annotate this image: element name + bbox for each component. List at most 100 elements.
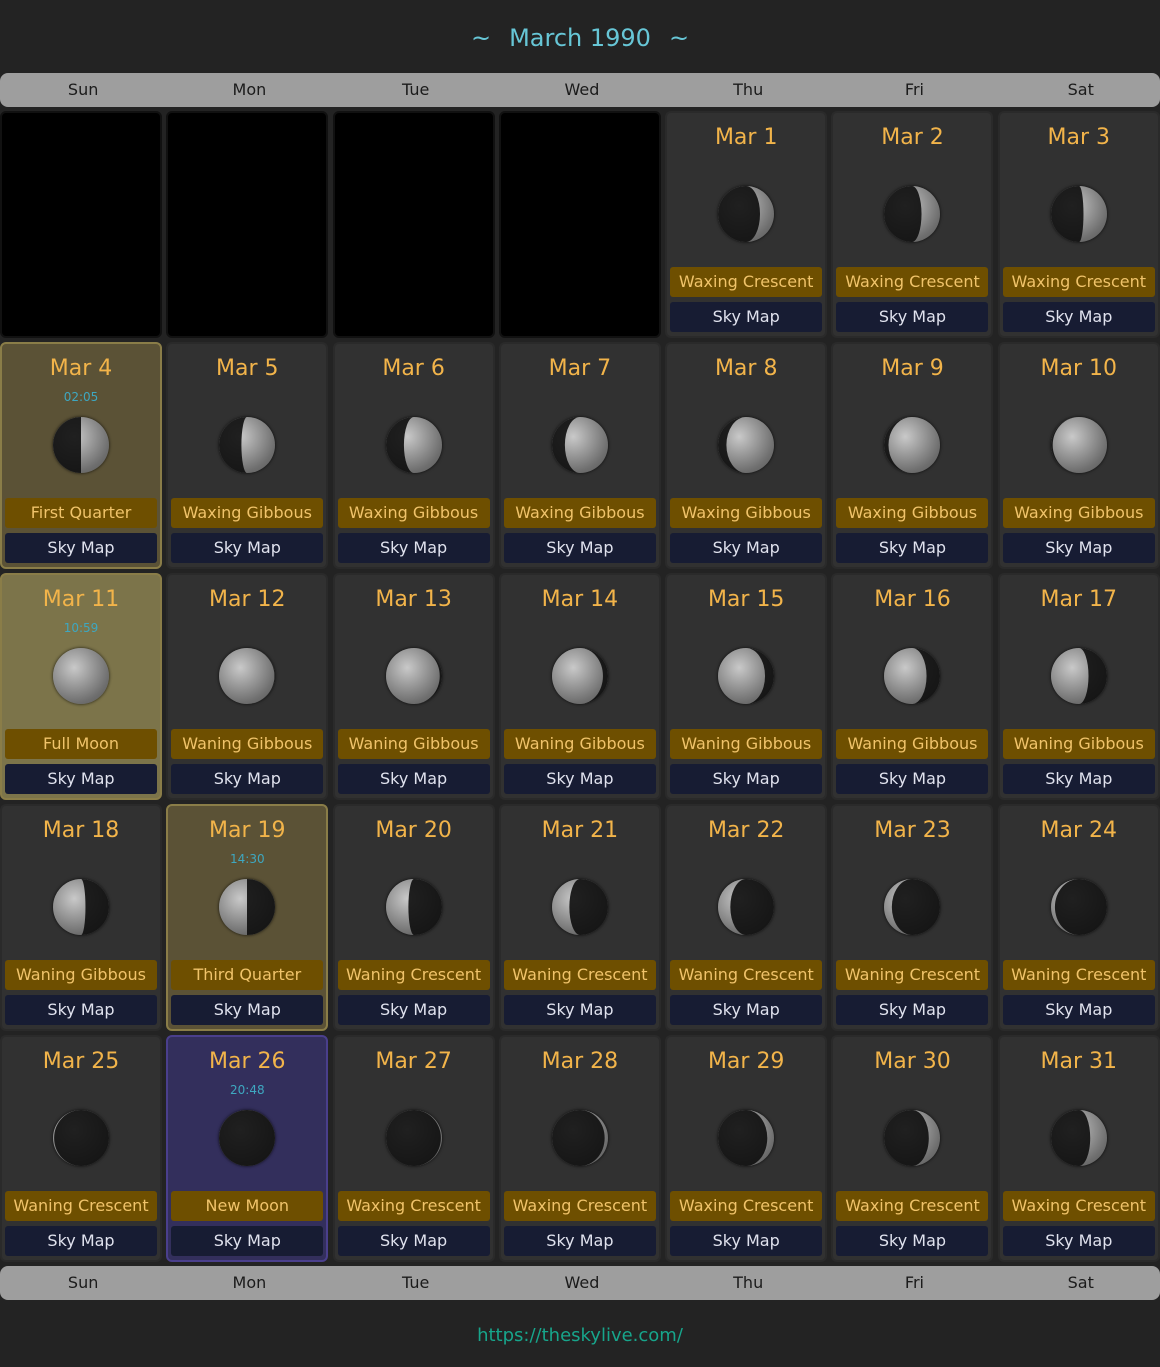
day-cell: Mar 18 Waning Gibbous Sky Map — [0, 804, 162, 1031]
day-date: Mar 31 — [1040, 1049, 1118, 1074]
sky-map-button[interactable]: Sky Map — [171, 533, 324, 563]
sky-map-button[interactable]: Sky Map — [670, 764, 823, 794]
day-cell: Mar 3 Waxing Crescent Sky Map — [997, 111, 1160, 338]
sky-map-button[interactable]: Sky Map — [836, 995, 989, 1025]
sky-map-button[interactable]: Sky Map — [337, 995, 490, 1025]
moon-phase-icon — [718, 417, 775, 473]
sky-map-button[interactable]: Sky Map — [171, 1226, 324, 1256]
phase-label: Waning Crescent — [836, 960, 989, 990]
sky-map-button[interactable]: Sky Map — [337, 1226, 490, 1256]
sky-map-button[interactable]: Sky Map — [503, 1226, 656, 1256]
phase-label: Third Quarter — [171, 960, 324, 990]
page-title: ~ March 1990 ~ — [0, 20, 1160, 56]
sky-map-button[interactable]: Sky Map — [836, 1226, 989, 1256]
sky-map-button[interactable]: Sky Map — [5, 995, 157, 1025]
day-date: Mar 4 — [49, 356, 113, 381]
weekday-label: Wed — [564, 1273, 600, 1292]
day-cell: Mar 11 10:59 Full Moon Sky Map — [0, 573, 162, 800]
moon-phase-icon — [219, 1110, 276, 1166]
day-cell: Mar 24 Waning Crescent Sky Map — [997, 804, 1160, 1031]
day-cell: Mar 23 Waning Crescent Sky Map — [831, 804, 994, 1031]
weekday-label: Sun — [67, 1273, 99, 1292]
moon-phase-icon — [551, 879, 608, 935]
phase-label: Waning Gibbous — [5, 960, 157, 990]
phase-label: Waning Gibbous — [1002, 729, 1155, 759]
moon-phase-icon — [551, 417, 608, 473]
day-cell: Mar 19 14:30 Third Quarter Sky Map — [166, 804, 329, 1031]
sky-map-button[interactable]: Sky Map — [670, 302, 823, 332]
sky-map-button[interactable]: Sky Map — [503, 995, 656, 1025]
moon-phase-icon — [1050, 879, 1107, 935]
day-date: Mar 10 — [1040, 356, 1118, 381]
phase-label: Waning Crescent — [670, 960, 823, 990]
phase-label: Waxing Gibbous — [337, 498, 490, 528]
sky-map-button[interactable]: Sky Map — [503, 764, 656, 794]
sky-map-button[interactable]: Sky Map — [171, 764, 324, 794]
phase-time: 02:05 — [63, 390, 99, 404]
sky-map-button[interactable]: Sky Map — [1002, 764, 1155, 794]
sky-map-button[interactable]: Sky Map — [171, 995, 324, 1025]
day-cell: Mar 5 Waxing Gibbous Sky Map — [166, 342, 329, 569]
sky-map-button[interactable]: Sky Map — [670, 995, 823, 1025]
day-date: Mar 17 — [1040, 587, 1118, 612]
weekday-label: Fri — [904, 1273, 924, 1292]
day-date: Mar 26 — [209, 1049, 286, 1074]
day-cell: Mar 20 Waning Crescent Sky Map — [332, 804, 495, 1031]
moon-phase-icon — [219, 417, 276, 473]
day-cell: Mar 16 Waning Gibbous Sky Map — [831, 573, 994, 800]
day-cell: Mar 15 Waning Gibbous Sky Map — [665, 573, 828, 800]
sky-map-button[interactable]: Sky Map — [5, 533, 157, 563]
day-date: Mar 3 — [1047, 125, 1111, 150]
sky-map-button[interactable]: Sky Map — [1002, 533, 1155, 563]
sky-map-button[interactable]: Sky Map — [1002, 995, 1155, 1025]
day-date: Mar 14 — [541, 587, 619, 612]
day-date: Mar 23 — [874, 818, 951, 843]
day-date: Mar 22 — [707, 818, 785, 843]
sky-map-button[interactable]: Sky Map — [5, 1226, 157, 1256]
day-date: Mar 6 — [382, 356, 445, 381]
phase-label: Waxing Gibbous — [503, 498, 656, 528]
phase-label: Waning Gibbous — [836, 729, 989, 759]
day-date: Mar 19 — [209, 818, 286, 843]
day-cell: Mar 10 Waxing Gibbous Sky Map — [997, 342, 1160, 569]
sky-map-button[interactable]: Sky Map — [337, 533, 490, 563]
day-date: Mar 1 — [714, 125, 778, 150]
day-date: Mar 21 — [541, 818, 619, 843]
weekday-header-top: Sun Mon Tue Wed Thu Fri Sat — [0, 73, 1160, 107]
sky-map-button[interactable]: Sky Map — [836, 302, 989, 332]
moon-phase-icon — [718, 186, 775, 242]
sky-map-button[interactable]: Sky Map — [1002, 302, 1155, 332]
title-tilde-left: ~ — [470, 24, 492, 52]
moon-phase-icon — [551, 1110, 608, 1166]
day-cell: Mar 22 Waning Crescent Sky Map — [665, 804, 828, 1031]
day-cell: Mar 17 Waning Gibbous Sky Map — [997, 573, 1160, 800]
weekday-label: Sun — [67, 80, 99, 99]
moon-phase-icon — [884, 648, 941, 704]
day-cell: Mar 13 Waning Gibbous Sky Map — [332, 573, 495, 800]
day-cell: Mar 26 20:48 New Moon Sky Map — [166, 1035, 329, 1262]
phase-label: Waxing Crescent — [670, 267, 823, 297]
sky-map-button[interactable]: Sky Map — [836, 764, 989, 794]
footer-link[interactable]: https://theskylive.com/ — [0, 1322, 1160, 1350]
moon-phase-icon — [1050, 417, 1107, 473]
moon-phase-icon — [884, 1110, 941, 1166]
phase-label: Waning Crescent — [503, 960, 656, 990]
sky-map-button[interactable]: Sky Map — [1002, 1226, 1155, 1256]
weekday-label: Sat — [1067, 1273, 1094, 1292]
sky-map-button[interactable]: Sky Map — [670, 533, 823, 563]
sky-map-button[interactable]: Sky Map — [503, 533, 656, 563]
day-date: Mar 20 — [375, 818, 452, 843]
phase-label: Full Moon — [5, 729, 157, 759]
day-cell: Mar 7 Waxing Gibbous Sky Map — [498, 342, 661, 569]
sky-map-button[interactable]: Sky Map — [337, 764, 490, 794]
sky-map-button[interactable]: Sky Map — [670, 1226, 823, 1256]
day-cell: Mar 4 02:05 First Quarter Sky Map — [0, 342, 162, 569]
weekday-header-bottom: Sun Mon Tue Wed Thu Fri Sat — [0, 1266, 1160, 1300]
sky-map-button[interactable]: Sky Map — [836, 533, 989, 563]
phase-label: Waning Gibbous — [337, 729, 490, 759]
day-cell: Mar 25 Waning Crescent Sky Map — [0, 1035, 162, 1262]
moon-phase-icon — [53, 879, 109, 935]
phase-label: Waxing Gibbous — [836, 498, 989, 528]
month-title: March 1990 — [509, 24, 651, 52]
sky-map-button[interactable]: Sky Map — [5, 764, 157, 794]
